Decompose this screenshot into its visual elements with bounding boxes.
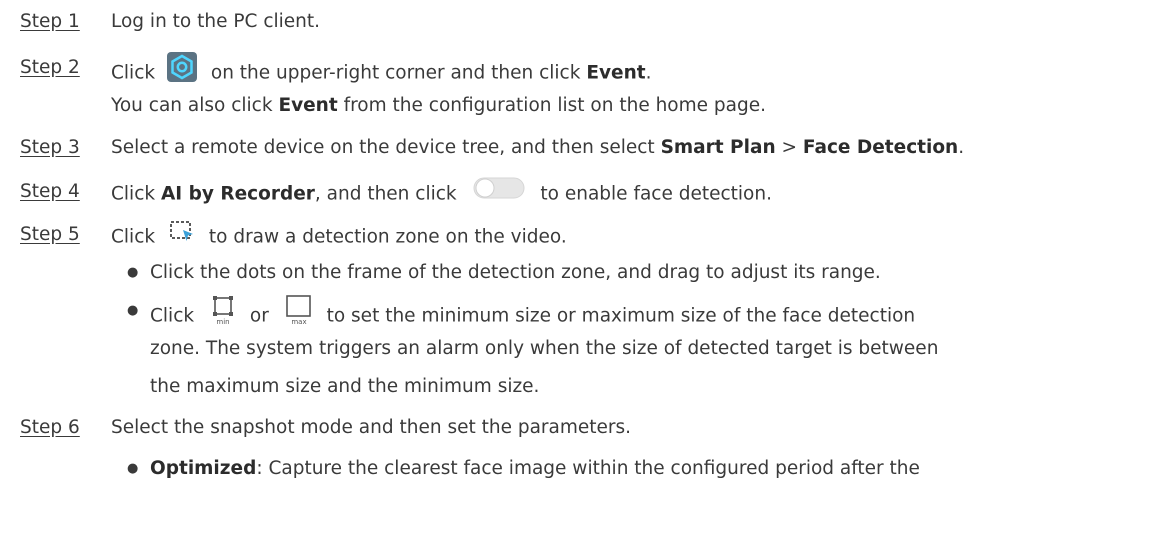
step-label: Step 5 [20,224,80,245]
menu-name-event: Event [278,95,338,116]
step-text-part: on the upper-right corner and then click [210,62,581,84]
bullet-text: the maximum size and the minimum size. [150,376,540,397]
step-text: Select the snapshot mode and then set th… [111,417,632,438]
settings-gear-icon [166,52,197,91]
max-label: max [291,318,306,325]
step-text-part: to enable face detection. [540,183,772,205]
step-label: Step 6 [20,417,80,438]
menu-name-event: Event [586,62,646,84]
bullet-text: zone. The system triggers an alarm only … [150,338,939,359]
step-text: Click on the upper-right corner and then… [111,52,652,93]
step-text-part: , and then click [314,183,457,205]
step-text: Click to draw a detection zone on the vi… [111,221,567,254]
menu-name-face-detection: Face Detection [802,137,959,158]
step-text: Select a remote device on the device tre… [111,134,964,162]
note-text: You can also click Event from the config… [111,92,766,120]
step-label: Step 3 [20,137,80,158]
note-part: from the configuration list on the home … [343,95,766,116]
step-text: Click AI by Recorder, and then click to … [111,176,772,211]
draw-zone-icon [169,219,195,252]
bullet-text: Click the dots on the frame of the detec… [150,262,881,283]
bullet-part: Click [150,305,195,327]
menu-name-smart-plan: Smart Plan [660,137,776,158]
step-label: Step 1 [20,11,80,32]
step-text: Log in to the PC client. [111,11,321,32]
min-label: min [216,318,229,325]
mode-optimized: Optimized [150,458,257,479]
bullet-dot: ● [127,265,139,280]
step-label: Step 2 [20,57,80,78]
separator: > [781,137,798,158]
bullet-part: : Capture the clearest face image within… [256,458,920,479]
bullet-part: or [249,305,269,327]
step-text-part: Click [111,183,156,205]
max-size-icon: max [285,295,313,334]
punct: . [958,137,965,158]
bullet-dot: ● [127,461,139,476]
step-text-part: Click [111,226,156,248]
note-part: You can also click [111,95,273,116]
step-label: Step 4 [20,181,80,202]
toggle-switch-off-icon [473,176,525,209]
bullet-dot: ● [127,303,139,318]
bullet-part: to set the minimum size or maximum size … [326,305,916,327]
step-text-part: Select a remote device on the device tre… [111,137,655,158]
step-text-part: to draw a detection zone on the video. [208,226,567,248]
punct: . [645,62,652,84]
min-size-icon: min [210,295,236,334]
bullet-text: Optimized: Capture the clearest face ima… [150,455,920,483]
step-text-part: Click [111,62,156,84]
option-ai-by-recorder: AI by Recorder [160,183,315,205]
bullet-text: Click min or max to set the minimum size… [150,295,916,336]
